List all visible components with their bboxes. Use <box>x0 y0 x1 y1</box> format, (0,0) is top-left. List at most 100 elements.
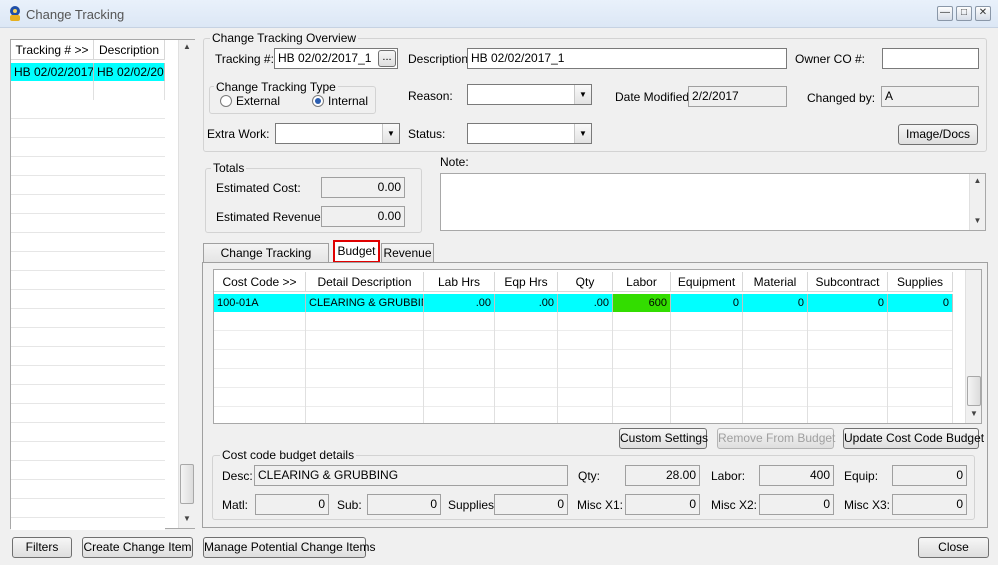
estimated-cost-field: 0.00 <box>321 177 405 198</box>
date-modified-label: Date Modified: <box>615 90 693 104</box>
minimize-button[interactable]: — <box>937 6 953 21</box>
scroll-down-icon[interactable]: ▼ <box>966 409 981 418</box>
grid-col-divider <box>952 312 953 423</box>
title-bar <box>0 0 998 28</box>
internal-radio[interactable] <box>312 95 324 107</box>
budget-grid[interactable]: Cost Code >> Detail Description Lab Hrs … <box>213 269 982 424</box>
grid-header-material[interactable]: Material <box>743 272 808 292</box>
equip-field: 0 <box>892 465 967 486</box>
misc-x3-label: Misc X3: <box>844 498 891 512</box>
close-window-button[interactable]: ✕ <box>975 6 991 21</box>
grid-cell-labor: 600 <box>613 294 671 312</box>
tracking-label: Tracking #: <box>215 52 274 66</box>
overview-group-title: Change Tracking Overview <box>210 31 359 45</box>
update-cost-code-budget-button[interactable]: Update Cost Code Budget <box>843 428 984 449</box>
grid-header-labor[interactable]: Labor <box>613 272 671 292</box>
extra-work-label: Extra Work: <box>207 127 270 141</box>
changed-by-field: A <box>881 86 979 107</box>
extra-work-dropdown[interactable]: ▼ <box>275 123 400 144</box>
remove-from-budget-button[interactable]: Remove From Budget <box>717 428 835 449</box>
tracking-browse-button[interactable]: ... <box>378 50 396 67</box>
reason-dropdown[interactable]: ▼ <box>467 84 592 105</box>
maximize-button[interactable]: □ <box>956 6 972 21</box>
filters-button[interactable]: Filters <box>12 537 72 558</box>
matl-label: Matl: <box>222 498 249 512</box>
close-icon: ✕ <box>978 7 988 18</box>
note-scrollbar[interactable]: ▲ ▼ <box>969 174 985 230</box>
type-group-title: Change Tracking Type <box>214 80 338 94</box>
desc-field: CLEARING & GRUBBING <box>254 465 568 486</box>
supplies-label: Supplies: <box>448 498 498 512</box>
list-header-description[interactable]: Description <box>94 40 165 60</box>
grid-col-divider <box>887 312 888 423</box>
equip-label: Equip: <box>844 469 879 483</box>
tab-change-tracking-details[interactable]: Change Tracking Details <box>203 243 329 278</box>
grid-col-divider <box>807 312 808 423</box>
create-change-item-button[interactable]: Create Change Item <box>82 537 193 558</box>
description-field[interactable]: HB 02/02/2017_1 <box>467 48 787 69</box>
supplies-field: 0 <box>494 494 568 515</box>
list-empty-rows <box>11 100 165 530</box>
tab-revenue[interactable]: Revenue <box>381 243 434 263</box>
changed-by-label: Changed by: <box>807 91 876 105</box>
description-label: Description: <box>408 52 472 66</box>
list-scrollbar[interactable]: ▲ ▼ <box>178 40 195 528</box>
image-docs-button[interactable]: Image/Docs <box>898 124 978 145</box>
qty-field: 28.00 <box>625 465 700 486</box>
close-button[interactable]: Close <box>918 537 989 558</box>
grid-header-equipment[interactable]: Equipment <box>671 272 743 292</box>
reason-label: Reason: <box>408 89 453 103</box>
grid-header-subcontract[interactable]: Subcontract <box>808 272 888 292</box>
grid-header-detail-description[interactable]: Detail Description <box>306 272 424 292</box>
grid-cell-lab-hrs: .00 <box>424 294 495 312</box>
grid-row[interactable]: 100-01A CLEARING & GRUBBIN .00 .00 .00 6… <box>214 294 953 312</box>
tab-budget[interactable]: Budget <box>333 240 380 263</box>
grid-header-cost-code[interactable]: Cost Code >> <box>214 272 306 292</box>
minimize-icon: — <box>940 7 950 18</box>
owner-co-field[interactable] <box>882 48 979 69</box>
sub-label: Sub: <box>337 498 362 512</box>
sub-field: 0 <box>367 494 441 515</box>
matl-field: 0 <box>255 494 329 515</box>
grid-header-qty[interactable]: Qty <box>558 272 613 292</box>
desc-label: Desc: <box>222 469 253 483</box>
scroll-up-icon[interactable]: ▲ <box>179 42 195 51</box>
grid-header-eqp-hrs[interactable]: Eqp Hrs <box>495 272 558 292</box>
labor-field: 400 <box>759 465 834 486</box>
grid-header-supplies[interactable]: Supplies <box>888 272 953 292</box>
chevron-down-icon[interactable]: ▼ <box>382 124 399 143</box>
external-label[interactable]: External <box>236 94 280 108</box>
grid-col-divider <box>305 312 306 423</box>
grid-empty-rows <box>214 312 953 423</box>
misc-x1-label: Misc X1: <box>577 498 624 512</box>
list-row[interactable]: HB 02/02/2017_ HB 02/02/20 <box>11 63 165 81</box>
scroll-down-icon[interactable]: ▼ <box>179 514 195 523</box>
estimated-revenue-label: Estimated Revenue: <box>216 210 325 224</box>
custom-settings-button[interactable]: Custom Settings <box>619 428 708 449</box>
list-cell-tracking: HB 02/02/2017_ <box>11 63 94 81</box>
grid-scrollbar[interactable]: ▼ <box>965 270 981 423</box>
chevron-down-icon[interactable]: ▼ <box>574 85 591 104</box>
list-scroll-thumb[interactable] <box>180 464 194 504</box>
chevron-down-icon[interactable]: ▼ <box>574 124 591 143</box>
status-label: Status: <box>408 127 446 141</box>
grid-col-divider <box>742 312 743 423</box>
estimated-cost-label: Estimated Cost: <box>216 181 301 195</box>
grid-header-lab-hrs[interactable]: Lab Hrs <box>424 272 495 292</box>
scroll-down-icon[interactable]: ▼ <box>970 216 985 225</box>
list-header-tracking[interactable]: Tracking # >> <box>11 40 94 60</box>
status-dropdown[interactable]: ▼ <box>467 123 592 144</box>
note-field[interactable]: ▲ ▼ <box>440 173 986 231</box>
grid-scroll-thumb[interactable] <box>967 376 981 406</box>
scroll-up-icon[interactable]: ▲ <box>970 176 985 185</box>
grid-cell-qty: .00 <box>558 294 613 312</box>
list-cell-description: HB 02/02/20 <box>94 63 165 81</box>
window-title: Change Tracking <box>26 7 125 22</box>
grid-col-divider <box>494 312 495 423</box>
internal-label[interactable]: Internal <box>328 94 368 108</box>
external-radio[interactable] <box>220 95 232 107</box>
tracking-list[interactable]: Tracking # >> Description HB 02/02/2017_… <box>10 39 195 530</box>
owner-co-label: Owner CO #: <box>795 52 866 66</box>
budget-details-group-title: Cost code budget details <box>220 448 357 462</box>
manage-potential-change-items-button[interactable]: Manage Potential Change Items <box>203 537 375 558</box>
